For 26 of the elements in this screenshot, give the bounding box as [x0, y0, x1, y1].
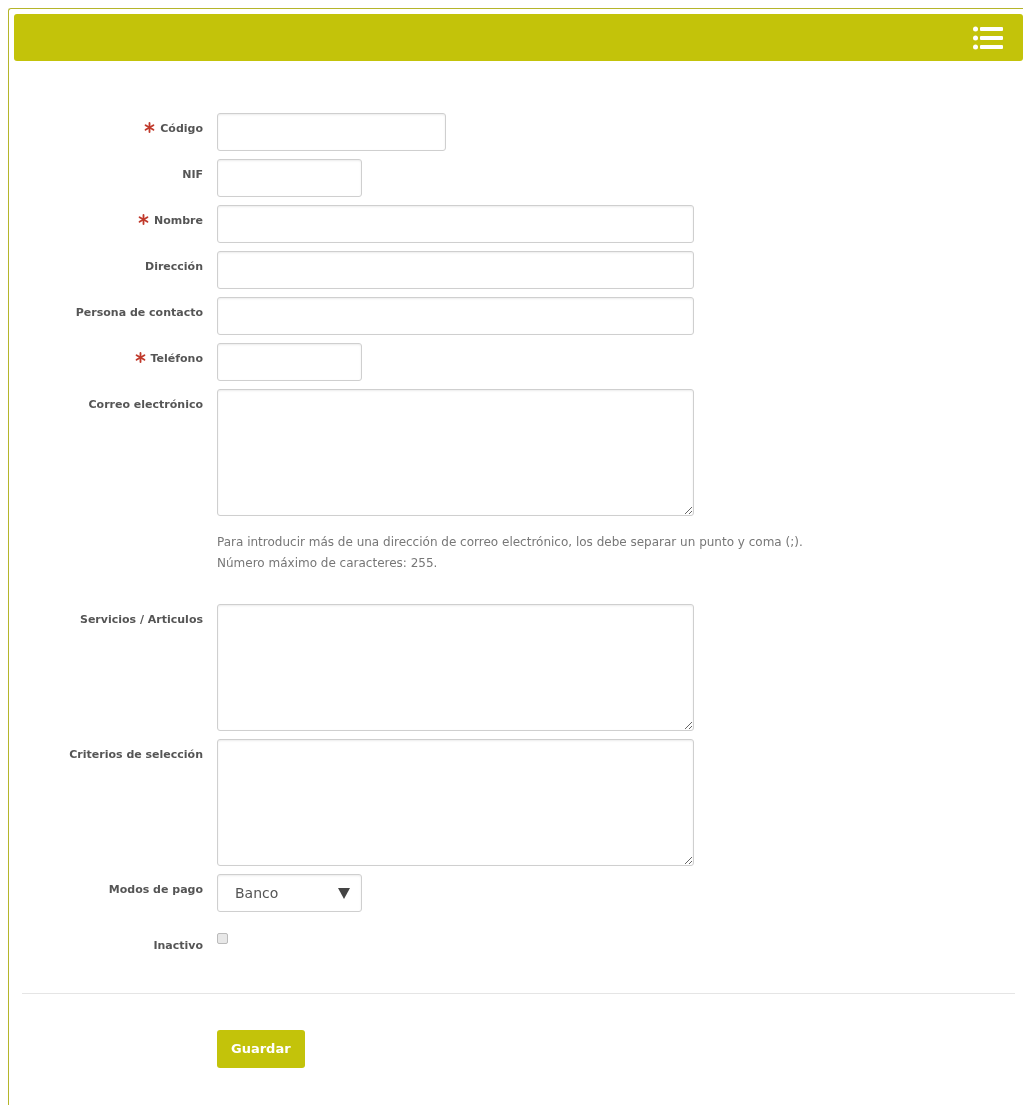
text-field[interactable]	[217, 297, 694, 335]
field-label: Nombre	[154, 214, 203, 228]
text-area[interactable]	[217, 739, 694, 866]
field-label: Código	[160, 122, 203, 136]
field-label: Persona de contacto	[75, 306, 203, 320]
help-text: Número máximo de caracteres: 255.	[217, 555, 438, 572]
text-area[interactable]	[217, 389, 694, 516]
field-label: Servicios / Articulos	[80, 613, 203, 627]
help-text: Para introducir más de una dirección de correo electrónico, los debe separar un punto y coma (;).	[217, 534, 803, 551]
field-label: Inactivo	[153, 939, 203, 953]
list-menu-icon[interactable]	[973, 25, 1003, 50]
dropdown-arrow-icon	[338, 887, 350, 899]
checkbox[interactable]	[217, 933, 228, 944]
field-label: Modos de pago	[108, 883, 203, 897]
text-field[interactable]	[217, 159, 362, 197]
text-area[interactable]	[217, 604, 694, 731]
field-label: Teléfono	[150, 352, 203, 366]
text-field[interactable]	[217, 343, 362, 381]
field-label: Correo electrónico	[88, 398, 203, 412]
text-field[interactable]	[217, 205, 694, 243]
field-label: Criterios de selección	[69, 748, 203, 762]
text-field[interactable]	[217, 113, 446, 151]
text-field[interactable]	[217, 251, 694, 289]
payment-dropdown[interactable]: Banco	[217, 874, 362, 912]
field-label: Dirección	[145, 260, 203, 274]
field-label: NIF	[182, 168, 203, 182]
